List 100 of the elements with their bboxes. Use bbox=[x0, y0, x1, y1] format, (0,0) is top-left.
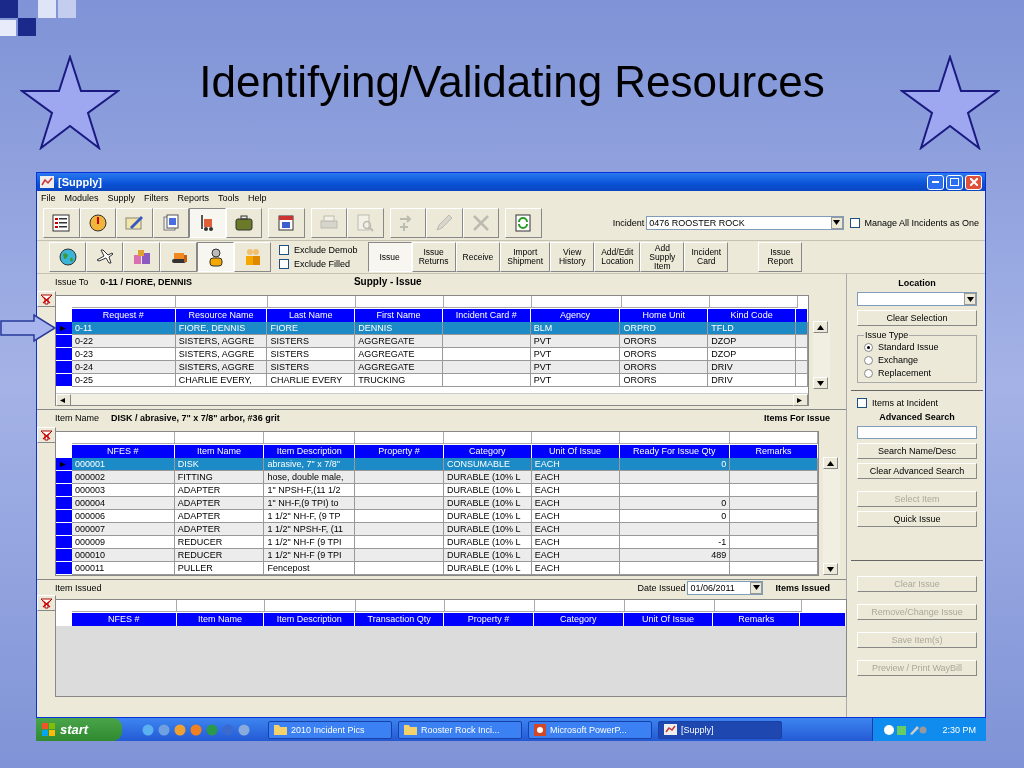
menu-item[interactable]: Tools bbox=[218, 193, 240, 203]
taskbar-button[interactable]: Microsoft PowerP... bbox=[528, 720, 652, 739]
action-button[interactable]: View History bbox=[550, 242, 595, 272]
filter-field[interactable] bbox=[531, 432, 620, 444]
radio-button[interactable] bbox=[864, 342, 873, 352]
filter-field[interactable] bbox=[532, 296, 622, 308]
filter-button[interactable] bbox=[37, 427, 56, 443]
side-button[interactable]: Clear Advanced Search bbox=[857, 463, 977, 479]
row-selector[interactable] bbox=[56, 497, 72, 510]
action-button[interactable]: Import Shipment bbox=[500, 242, 551, 272]
column-header[interactable]: First Name bbox=[355, 309, 443, 322]
row-selector[interactable] bbox=[56, 348, 72, 361]
quick-launch-icon[interactable] bbox=[142, 723, 154, 736]
radio-button[interactable] bbox=[864, 368, 873, 378]
filter-field[interactable] bbox=[268, 296, 356, 308]
row-selector[interactable] bbox=[56, 562, 72, 575]
filter-field[interactable] bbox=[444, 296, 532, 308]
horizontal-scrollbar[interactable] bbox=[56, 393, 808, 405]
row-selector[interactable] bbox=[56, 549, 72, 562]
column-header[interactable]: Category bbox=[444, 445, 532, 458]
taskbar-button[interactable]: [Supply] bbox=[658, 720, 782, 739]
filter-button[interactable] bbox=[37, 291, 56, 307]
quick-launch-icon[interactable] bbox=[190, 723, 202, 736]
column-header[interactable]: Item Name bbox=[176, 613, 265, 626]
column-header[interactable]: Resource Name bbox=[175, 309, 268, 322]
action-button[interactable]: Incident Card bbox=[684, 242, 729, 272]
row-selector[interactable] bbox=[56, 471, 72, 484]
clear-selection-button[interactable]: Clear Selection bbox=[857, 310, 977, 326]
incident-dropdown[interactable]: 0476 ROOSTER ROCK bbox=[646, 215, 844, 230]
taskbar-button[interactable]: Rooster Rock Inci... bbox=[398, 720, 522, 739]
filter-field[interactable] bbox=[619, 432, 731, 444]
column-header[interactable] bbox=[796, 309, 808, 322]
column-header[interactable]: Ready For Issue Qty bbox=[619, 445, 731, 458]
vertical-scrollbar[interactable] bbox=[813, 321, 830, 389]
toolbar-button[interactable] bbox=[197, 242, 234, 272]
filter-field[interactable] bbox=[715, 600, 802, 612]
close-button[interactable] bbox=[965, 174, 982, 190]
column-header[interactable]: Home Unit bbox=[620, 309, 709, 322]
menu-item[interactable]: Modules bbox=[64, 193, 99, 203]
menu-item[interactable]: Filters bbox=[144, 193, 169, 203]
column-header[interactable]: Request # bbox=[71, 309, 176, 322]
filter-button[interactable] bbox=[37, 595, 56, 611]
row-selector[interactable] bbox=[56, 523, 72, 536]
column-header[interactable]: Remarks bbox=[713, 613, 801, 626]
action-button[interactable]: Issue bbox=[367, 242, 412, 272]
search-field[interactable] bbox=[857, 426, 977, 439]
filter-field[interactable] bbox=[622, 296, 710, 308]
filter-field[interactable] bbox=[265, 600, 356, 612]
quick-launch-icon[interactable] bbox=[158, 723, 170, 736]
column-header[interactable]: Item Description bbox=[264, 445, 356, 458]
column-header[interactable]: NFES # bbox=[71, 445, 175, 458]
minimize-button[interactable] bbox=[927, 174, 944, 190]
action-button[interactable]: Add Supply Item bbox=[640, 242, 685, 272]
row-selector[interactable] bbox=[56, 335, 72, 348]
vertical-scrollbar[interactable] bbox=[823, 457, 840, 575]
filter-field[interactable] bbox=[356, 296, 444, 308]
checkbox[interactable] bbox=[279, 259, 289, 269]
menu-item[interactable]: Reports bbox=[177, 193, 210, 203]
action-button[interactable]: Issue Returns bbox=[411, 242, 456, 272]
location-dropdown[interactable] bbox=[857, 292, 977, 306]
action-button[interactable]: Add/Edit Location bbox=[594, 242, 641, 272]
filter-field[interactable] bbox=[72, 296, 176, 308]
filter-field[interactable] bbox=[625, 600, 715, 612]
taskbar-button[interactable]: 2010 Incident Pics bbox=[268, 720, 392, 739]
column-header[interactable]: Kind Code bbox=[708, 309, 796, 322]
quick-launch-icon[interactable] bbox=[238, 723, 250, 736]
filter-field[interactable] bbox=[71, 432, 175, 444]
column-header[interactable]: Unit Of Issue bbox=[623, 613, 714, 626]
action-button[interactable]: Receive bbox=[455, 242, 501, 272]
column-header[interactable] bbox=[800, 613, 846, 626]
column-header[interactable]: Property # bbox=[355, 445, 444, 458]
column-header[interactable]: Transaction Qty bbox=[355, 613, 444, 626]
column-header[interactable]: Item Name bbox=[174, 445, 265, 458]
filter-field[interactable] bbox=[355, 432, 444, 444]
row-selector[interactable] bbox=[56, 322, 72, 335]
row-selector[interactable] bbox=[56, 361, 72, 374]
column-header[interactable]: Unit Of Issue bbox=[531, 445, 620, 458]
date-field[interactable]: 01/06/2011 bbox=[687, 580, 764, 595]
column-header[interactable]: NFES # bbox=[71, 613, 177, 626]
column-header[interactable]: Agency bbox=[530, 309, 621, 322]
filter-field[interactable] bbox=[176, 296, 268, 308]
column-header[interactable]: Property # bbox=[444, 613, 534, 626]
checkbox[interactable] bbox=[857, 398, 867, 408]
filter-field[interactable] bbox=[445, 600, 535, 612]
side-button[interactable]: Quick Issue bbox=[857, 511, 977, 527]
row-selector[interactable] bbox=[56, 510, 72, 523]
quick-launch-icon[interactable] bbox=[174, 723, 186, 736]
action-button[interactable]: Issue Report bbox=[758, 242, 803, 272]
radio-button[interactable] bbox=[864, 355, 873, 365]
filter-field[interactable] bbox=[535, 600, 625, 612]
filter-field[interactable] bbox=[174, 432, 265, 444]
menu-item[interactable]: File bbox=[41, 193, 56, 203]
column-header[interactable]: Category bbox=[533, 613, 624, 626]
row-selector[interactable] bbox=[56, 374, 72, 387]
column-header[interactable]: Remarks bbox=[730, 445, 818, 458]
row-selector[interactable] bbox=[56, 536, 72, 549]
side-button[interactable]: Search Name/Desc bbox=[857, 443, 977, 459]
menu-item[interactable]: Supply bbox=[107, 193, 136, 203]
maximize-button[interactable] bbox=[946, 174, 963, 190]
row-selector[interactable] bbox=[56, 458, 72, 471]
